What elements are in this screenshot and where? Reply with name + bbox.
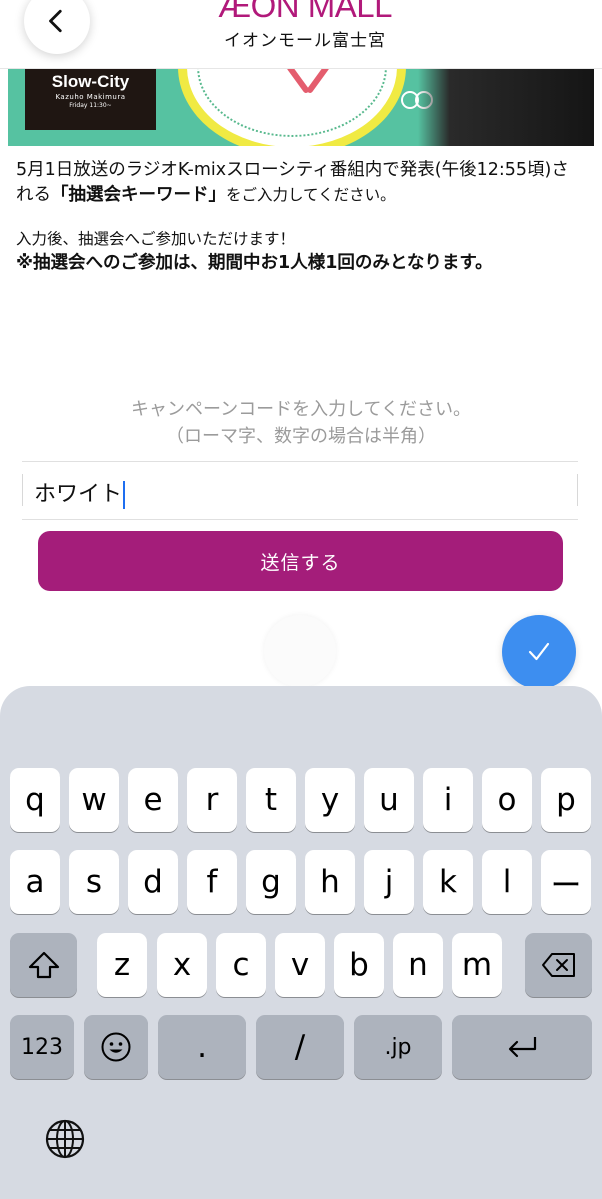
emoji-icon — [101, 1032, 131, 1062]
intro-text: 5月1日放送のラジオK-mixスローシティ番組内で発表(午後12:55頃)される… — [16, 158, 586, 208]
key-g[interactable]: g — [246, 850, 296, 914]
shift-key[interactable] — [10, 933, 77, 997]
return-key[interactable] — [452, 1015, 592, 1079]
campaign-code-input[interactable]: ホワイト — [22, 461, 578, 520]
logo-text: ÆON MALL — [218, 0, 392, 24]
emoji-key[interactable] — [84, 1015, 148, 1079]
key-v[interactable]: v — [275, 933, 325, 997]
key-s[interactable]: s — [69, 850, 119, 914]
key-y[interactable]: y — [305, 768, 355, 832]
slash-key[interactable]: / — [256, 1015, 344, 1079]
software-keyboard: q w e r t y u i o p a s d f g h j k l ー … — [0, 686, 602, 1199]
key-z[interactable]: z — [97, 933, 147, 997]
globe-key[interactable] — [40, 1114, 90, 1164]
after-input-text: 入力後、抽選会へご参加いただけます！ — [16, 230, 296, 248]
key-r[interactable]: r — [187, 768, 237, 832]
code-input-value: ホワイト — [34, 482, 123, 507]
key-o[interactable]: o — [482, 768, 532, 832]
key-p[interactable]: p — [541, 768, 591, 832]
key-l[interactable]: l — [482, 850, 532, 914]
prompt-line1: キャンペーンコードを入力してください。 — [130, 399, 472, 420]
app-header: ÆON MALL イオンモール富士宮 — [0, 0, 602, 69]
submit-button[interactable]: 送信する — [38, 531, 563, 591]
period-key[interactable]: . — [158, 1015, 246, 1079]
key-a[interactable]: a — [10, 850, 60, 914]
key-x[interactable]: x — [157, 933, 207, 997]
key-i[interactable]: i — [423, 768, 473, 832]
text-caret — [123, 481, 126, 509]
intro-keyword: 「抽選会キーワード」 — [51, 185, 226, 205]
mall-name: イオンモール富士宮 — [224, 31, 386, 51]
key-c[interactable]: c — [216, 933, 266, 997]
key-q[interactable]: q — [10, 768, 60, 832]
aeon-mall-logo: ÆON MALL イオンモール富士宮 — [190, 0, 420, 51]
checkmark-icon — [528, 642, 550, 661]
ribbon-icon — [287, 68, 329, 93]
key-b[interactable]: b — [334, 933, 384, 997]
jp-domain-key[interactable]: .jp — [354, 1015, 442, 1079]
intro-part2: をご入力してください。 — [226, 186, 396, 204]
key-h[interactable]: h — [305, 850, 355, 914]
banner-title: Slow-City — [51, 72, 130, 91]
key-m[interactable]: m — [452, 933, 502, 997]
banner-schedule: Friday 11:30~ — [69, 102, 112, 109]
key-w[interactable]: w — [69, 768, 119, 832]
slow-city-card: Slow-City Kazuho Makimura Friday 11:30~ — [25, 68, 156, 130]
return-icon — [508, 1037, 537, 1058]
key-f[interactable]: f — [187, 850, 237, 914]
backspace-icon — [541, 953, 575, 977]
key-u[interactable]: u — [364, 768, 414, 832]
campaign-banner: Slow-City Kazuho Makimura Friday 11:30~ — [8, 68, 594, 146]
key-t[interactable]: t — [246, 768, 296, 832]
numbers-key[interactable]: 123 — [10, 1015, 74, 1079]
globe-icon — [45, 1119, 85, 1159]
confirm-button[interactable] — [502, 615, 576, 689]
key-long-dash[interactable]: ー — [541, 850, 591, 914]
code-prompt: キャンペーンコードを入力してください。 （ローマ字、数字の場合は半角） — [0, 396, 602, 450]
key-e[interactable]: e — [128, 768, 178, 832]
key-j[interactable]: j — [364, 850, 414, 914]
backspace-key[interactable] — [525, 933, 592, 997]
banner-host: Kazuho Makimura — [55, 93, 126, 101]
key-k[interactable]: k — [423, 850, 473, 914]
floating-circle — [264, 615, 336, 687]
notice-text: ※抽選会へのご参加は、期間中お1人様1回のみとなります。 — [16, 253, 493, 273]
key-n[interactable]: n — [393, 933, 443, 997]
banner-photo — [418, 68, 594, 146]
shift-icon — [28, 951, 59, 979]
key-d[interactable]: d — [128, 850, 178, 914]
back-button[interactable] — [24, 0, 90, 54]
chevron-left-icon — [49, 9, 62, 33]
prompt-line2: （ローマ字、数字の場合は半角） — [166, 426, 436, 447]
